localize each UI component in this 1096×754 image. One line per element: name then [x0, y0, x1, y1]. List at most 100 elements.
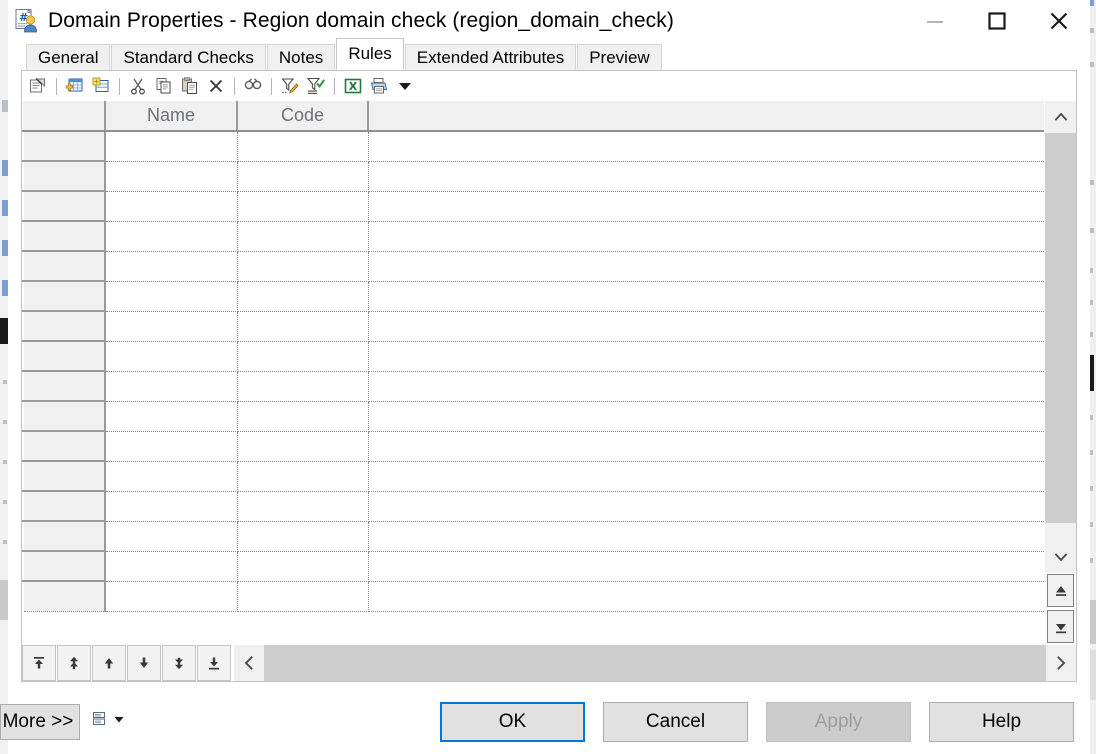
column-header-blank[interactable] [368, 101, 1044, 132]
cell-name[interactable] [105, 581, 238, 612]
cell-blank[interactable] [368, 431, 1044, 462]
row-selector-cell[interactable] [22, 281, 106, 312]
cell-name[interactable] [105, 221, 238, 252]
scroll-left-button[interactable] [234, 645, 264, 681]
add-row-button[interactable] [63, 74, 87, 98]
minimize-button[interactable] [904, 0, 966, 42]
cell-blank[interactable] [368, 161, 1044, 192]
cell-blank[interactable] [368, 221, 1044, 252]
cancel-button[interactable]: Cancel [603, 702, 748, 742]
cell-code[interactable] [237, 191, 369, 222]
scroll-right-button[interactable] [1046, 645, 1076, 681]
column-header-name[interactable]: Name [105, 101, 238, 132]
print-button[interactable] [367, 74, 391, 98]
table-row[interactable] [22, 401, 1044, 432]
cell-name[interactable] [105, 521, 238, 552]
cell-code[interactable] [237, 431, 369, 462]
row-selector-cell[interactable] [22, 461, 106, 492]
toolbar-more-button[interactable] [393, 74, 417, 98]
cell-blank[interactable] [368, 341, 1044, 372]
help-button[interactable]: Help [929, 702, 1074, 742]
cell-code[interactable] [237, 281, 369, 312]
excel-export-button[interactable]: X [341, 74, 365, 98]
cell-code[interactable] [237, 341, 369, 372]
cell-blank[interactable] [368, 281, 1044, 312]
vertical-scroll-thumb[interactable] [1045, 133, 1076, 523]
row-selector-cell[interactable] [22, 491, 106, 522]
customize-filter-button[interactable] [278, 74, 302, 98]
tab-preview[interactable]: Preview [577, 44, 662, 70]
find-button[interactable] [241, 74, 265, 98]
tab-extended-attributes[interactable]: Extended Attributes [404, 44, 577, 70]
horizontal-scrollbar[interactable] [234, 645, 1076, 681]
horizontal-scroll-track[interactable] [264, 645, 1046, 681]
move-first-button[interactable] [22, 645, 56, 681]
table-row[interactable] [22, 491, 1044, 522]
horizontal-scroll-thumb[interactable] [264, 645, 1046, 681]
scroll-up-button[interactable] [1045, 101, 1076, 133]
move-to-top-button[interactable] [1047, 574, 1074, 607]
table-row[interactable] [22, 341, 1044, 372]
cell-code[interactable] [237, 371, 369, 402]
cell-name[interactable] [105, 491, 238, 522]
cell-name[interactable] [105, 161, 238, 192]
cell-name[interactable] [105, 281, 238, 312]
delete-button[interactable] [204, 74, 228, 98]
copy-button[interactable] [152, 74, 176, 98]
cell-code[interactable] [237, 521, 369, 552]
cell-code[interactable] [237, 131, 369, 162]
row-selector-cell[interactable] [22, 341, 106, 372]
cell-blank[interactable] [368, 191, 1044, 222]
cut-button[interactable] [126, 74, 150, 98]
cell-blank[interactable] [368, 311, 1044, 342]
row-selector-cell[interactable] [22, 581, 106, 612]
cell-name[interactable] [105, 431, 238, 462]
table-row[interactable] [22, 581, 1044, 612]
vertical-scroll-track[interactable] [1045, 133, 1076, 541]
move-up-button[interactable] [92, 645, 126, 681]
maximize-button[interactable] [966, 0, 1028, 42]
cell-code[interactable] [237, 221, 369, 252]
table-row[interactable] [22, 191, 1044, 222]
cell-name[interactable] [105, 341, 238, 372]
move-last-button[interactable] [197, 645, 231, 681]
more-button[interactable]: More >> [0, 704, 80, 740]
row-selector-cell[interactable] [22, 551, 106, 582]
table-row[interactable] [22, 371, 1044, 402]
table-row[interactable] [22, 161, 1044, 192]
cell-blank[interactable] [368, 551, 1044, 582]
row-selector-cell[interactable] [22, 221, 106, 252]
vertical-scrollbar[interactable] [1044, 101, 1076, 645]
cell-code[interactable] [237, 461, 369, 492]
paste-button[interactable] [178, 74, 202, 98]
properties-button[interactable] [26, 74, 50, 98]
cell-code[interactable] [237, 251, 369, 282]
table-row[interactable] [22, 461, 1044, 492]
cell-code[interactable] [237, 581, 369, 612]
tab-standard-checks[interactable]: Standard Checks [111, 44, 266, 70]
row-selector-cell[interactable] [22, 251, 106, 282]
cell-blank[interactable] [368, 131, 1044, 162]
move-to-bottom-button[interactable] [1047, 610, 1074, 643]
cell-name[interactable] [105, 371, 238, 402]
tab-notes[interactable]: Notes [266, 44, 336, 70]
table-row[interactable] [22, 551, 1044, 582]
title-bar[interactable]: # Domain Properties - Region domain chec… [8, 0, 1090, 42]
ok-button[interactable]: OK [440, 702, 585, 742]
cell-name[interactable] [105, 311, 238, 342]
footer-menu-control[interactable] [90, 710, 125, 728]
cell-code[interactable] [237, 491, 369, 522]
apply-filter-button[interactable] [304, 74, 328, 98]
table-row[interactable] [22, 281, 1044, 312]
table-row[interactable] [22, 251, 1044, 282]
cell-name[interactable] [105, 461, 238, 492]
cell-name[interactable] [105, 551, 238, 582]
tab-general[interactable]: General [26, 44, 111, 70]
table-row[interactable] [22, 311, 1044, 342]
cell-blank[interactable] [368, 581, 1044, 612]
insert-row-button[interactable] [89, 74, 113, 98]
row-selector-cell[interactable] [22, 521, 106, 552]
rules-grid-scroll[interactable]: Name Code [22, 101, 1044, 645]
cell-name[interactable] [105, 191, 238, 222]
cell-blank[interactable] [368, 251, 1044, 282]
